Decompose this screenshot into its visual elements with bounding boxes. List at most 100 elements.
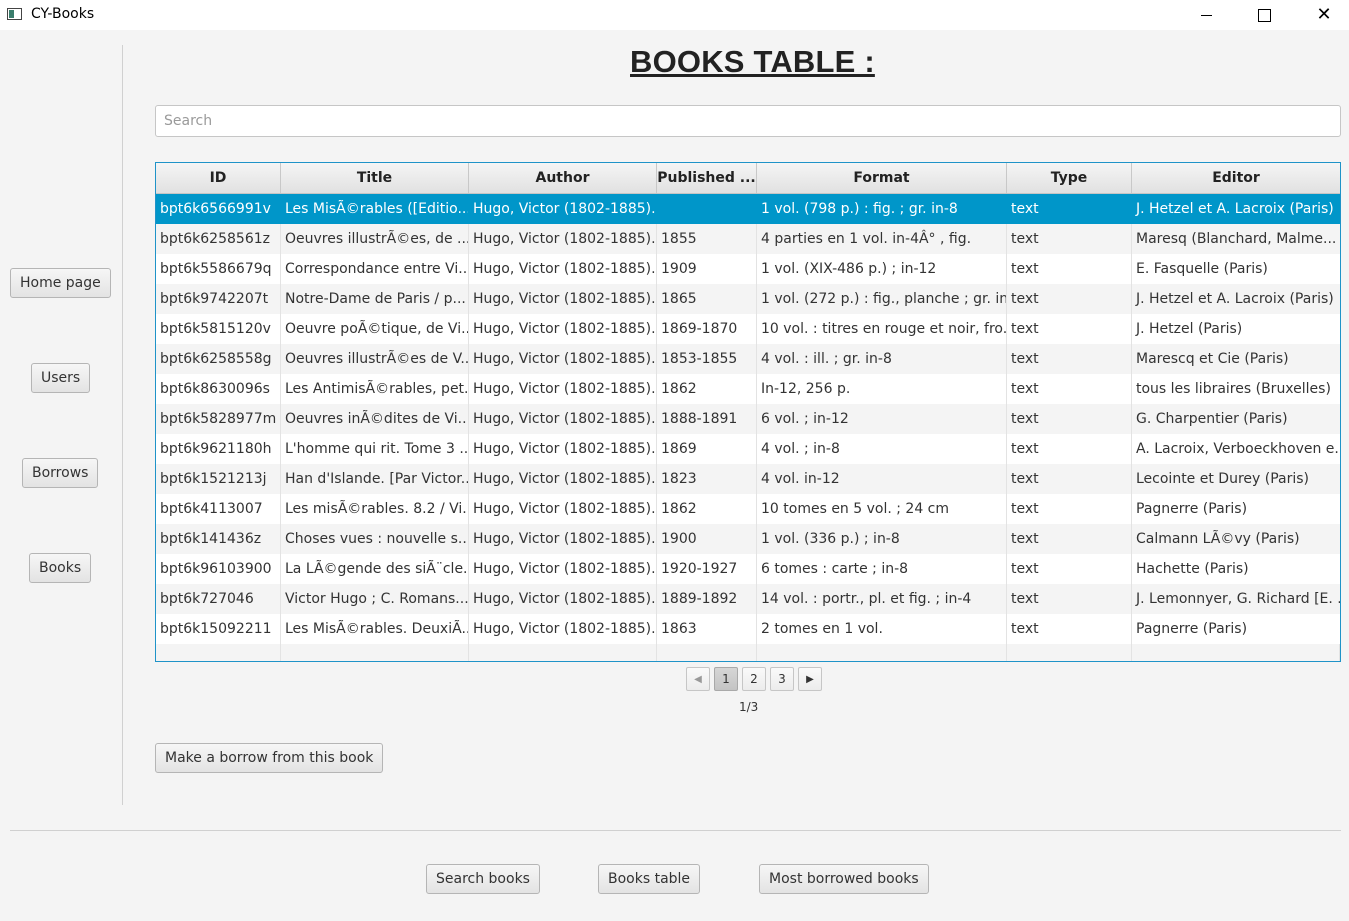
cell-format: 4 vol. : ill. ; gr. in-8 [757, 344, 1007, 374]
cell-author: Hugo, Victor (1802-1885)... [469, 374, 657, 404]
users-button[interactable]: Users [31, 363, 91, 393]
cell-id: bpt6k6258558g [156, 344, 281, 374]
cell-format: 10 vol. : titres en rouge et noir, fro..… [757, 314, 1007, 344]
books-button[interactable]: Books [29, 553, 92, 583]
cell-type: text [1007, 494, 1132, 524]
cell-id: bpt6k9621180h [156, 434, 281, 464]
page-2-button[interactable]: 2 [742, 667, 766, 691]
table-row[interactable]: bpt6k141436z Choses vues : nouvelle s... H… [156, 524, 1340, 554]
table-row[interactable]: bpt6k5828977m Oeuvres inÃ©dites de Vi... H… [156, 404, 1340, 434]
cell-editor: E. Fasquelle (Paris) [1136, 261, 1268, 277]
cell-title: Les AntimisÃ©rables, pet... [281, 374, 469, 404]
cell-editor: A. Lacroix, Verboeckhoven e... [1136, 441, 1340, 457]
table-row[interactable]: bpt6k5815120v Oeuvre poÃ©tique, de Vi... H… [156, 314, 1340, 344]
cell-author: Hugo, Victor (1802-1885)... [469, 554, 657, 584]
table-row[interactable]: bpt6k6258561z Oeuvres illustrÃ©es, de ...… [156, 224, 1340, 254]
cell-title: Oeuvre poÃ©tique, de Vi... [281, 314, 469, 344]
empty-cell [757, 644, 1007, 661]
cell-format: 6 vol. ; in-12 [757, 404, 1007, 434]
cell-author: Hugo, Victor (1802-1885)... [469, 614, 657, 644]
search-books-button[interactable]: Search books [426, 864, 540, 894]
books-table-button[interactable]: Books table [598, 864, 701, 894]
column-header-author[interactable]: Author [469, 163, 657, 193]
app-icon [7, 8, 22, 20]
cell-format: 1 vol. (272 p.) : fig., planche ; gr. in… [757, 284, 1007, 314]
cell-id: bpt6k96103900 [156, 554, 281, 584]
cell-format: 1 vol. (336 p.) ; in-8 [757, 524, 1007, 554]
cell-author: Hugo, Victor (1802-1885)... [469, 434, 657, 464]
cell-published: 1888-1891 [657, 404, 757, 434]
cell-published: 1855 [657, 224, 757, 254]
cell-published: 1869 [657, 434, 757, 464]
cell-id: bpt6k15092211 [156, 614, 281, 644]
cell-author: Hugo, Victor (1802-1885)... [469, 254, 657, 284]
search-input[interactable] [155, 105, 1341, 137]
table-row[interactable]: bpt6k96103900 La LÃ©gende des siÃ¨cle... H… [156, 554, 1340, 584]
empty-cell [1007, 644, 1132, 661]
close-button[interactable]: ✕ [1301, 0, 1347, 30]
close-icon: ✕ [1316, 4, 1332, 25]
cell-title: Oeuvres illustrÃ©es de V... [281, 344, 469, 374]
cell-published: 1862 [657, 374, 757, 404]
empty-row [156, 644, 1340, 661]
cell-author: Hugo, Victor (1802-1885)... [469, 404, 657, 434]
table-row[interactable]: bpt6k5586679q Correspondance entre Vi... H… [156, 254, 1340, 284]
make-borrow-button[interactable]: Make a borrow from this book [155, 743, 384, 773]
page-count: 1/3 [739, 700, 759, 714]
prev-page-button[interactable]: ◀ [686, 667, 710, 691]
cell-format: 4 vol. ; in-8 [757, 434, 1007, 464]
column-header-title[interactable]: Title [281, 163, 469, 193]
table-row[interactable]: bpt6k4113007 Les misÃ©rables. 8.2 / Vi...… [156, 494, 1340, 524]
cell-id: bpt6k8630096s [156, 374, 281, 404]
column-header-type[interactable]: Type [1007, 163, 1132, 193]
table-row[interactable]: bpt6k1521213j Han d'Islande. [Par Victor.… [156, 464, 1340, 494]
cell-type: text [1007, 614, 1132, 644]
cell-author: Hugo, Victor (1802-1885)... [469, 584, 657, 614]
cell-published: 1869-1870 [657, 314, 757, 344]
table-row[interactable]: bpt6k727046 Victor Hugo ; C. Romans.... Hu… [156, 584, 1340, 614]
cell-editor: J. Hetzel (Paris) [1136, 321, 1243, 337]
column-header-published[interactable]: Published ... [657, 163, 757, 193]
table-row[interactable]: bpt6k8630096s Les AntimisÃ©rables, pet...… [156, 374, 1340, 404]
empty-cell [469, 644, 657, 661]
cell-id: bpt6k5828977m [156, 404, 281, 434]
cell-type: text [1007, 404, 1132, 434]
cell-published [657, 194, 757, 224]
borrows-button[interactable]: Borrows [22, 458, 99, 488]
cell-format: 1 vol. (XIX-486 p.) ; in-12 [757, 254, 1007, 284]
column-header-format[interactable]: Format [757, 163, 1007, 193]
page-1-button[interactable]: 1 [714, 667, 738, 691]
cell-type: text [1007, 224, 1132, 254]
cell-author: Hugo, Victor (1802-1885)... [469, 194, 657, 224]
table-row[interactable]: bpt6k9621180h L'homme qui rit. Tome 3 ...… [156, 434, 1340, 464]
chevron-left-icon: ◀ [694, 673, 702, 685]
table-row[interactable]: bpt6k6258558g Oeuvres illustrÃ©es de V...… [156, 344, 1340, 374]
cell-editor: Calmann LÃ©vy (Paris) [1136, 531, 1300, 547]
table-row[interactable]: bpt6k6566991v Les MisÃ©rables ([Editio...… [156, 194, 1340, 224]
sidebar-divider [122, 45, 123, 805]
next-page-button[interactable]: ▶ [798, 667, 822, 691]
cell-format: 10 tomes en 5 vol. ; 24 cm [757, 494, 1007, 524]
page-3-button[interactable]: 3 [770, 667, 794, 691]
maximize-button[interactable] [1241, 0, 1287, 30]
cell-author: Hugo, Victor (1802-1885)... [469, 464, 657, 494]
minimize-button[interactable] [1183, 0, 1229, 30]
cell-format: 4 vol. in-12 [757, 464, 1007, 494]
home-page-button[interactable]: Home page [10, 268, 111, 298]
column-header-editor[interactable]: Editor [1132, 163, 1340, 193]
cell-editor: J. Lemonnyer, G. Richard [E. ... [1136, 591, 1340, 607]
cell-format: 6 tomes : carte ; in-8 [757, 554, 1007, 584]
cell-editor: J. Hetzel et A. Lacroix (Paris) [1136, 201, 1334, 217]
table-row[interactable]: bpt6k9742207t Notre-Dame de Paris / p... H… [156, 284, 1340, 314]
cell-editor: Hachette (Paris) [1136, 561, 1249, 577]
cell-published: 1853-1855 [657, 344, 757, 374]
most-borrowed-books-button[interactable]: Most borrowed books [759, 864, 929, 894]
column-header-id[interactable]: ID [156, 163, 281, 193]
cell-editor: Marescq et Cie (Paris) [1136, 351, 1289, 367]
cell-editor: Pagnerre (Paris) [1136, 621, 1248, 637]
table-row[interactable]: bpt6k15092211 Les MisÃ©rables. DeuxiÃ... H… [156, 614, 1340, 644]
cell-author: Hugo, Victor (1802-1885)... [469, 284, 657, 314]
cell-published: 1889-1892 [657, 584, 757, 614]
cell-type: text [1007, 434, 1132, 464]
cell-title: Han d'Islande. [Par Victor... [281, 464, 469, 494]
